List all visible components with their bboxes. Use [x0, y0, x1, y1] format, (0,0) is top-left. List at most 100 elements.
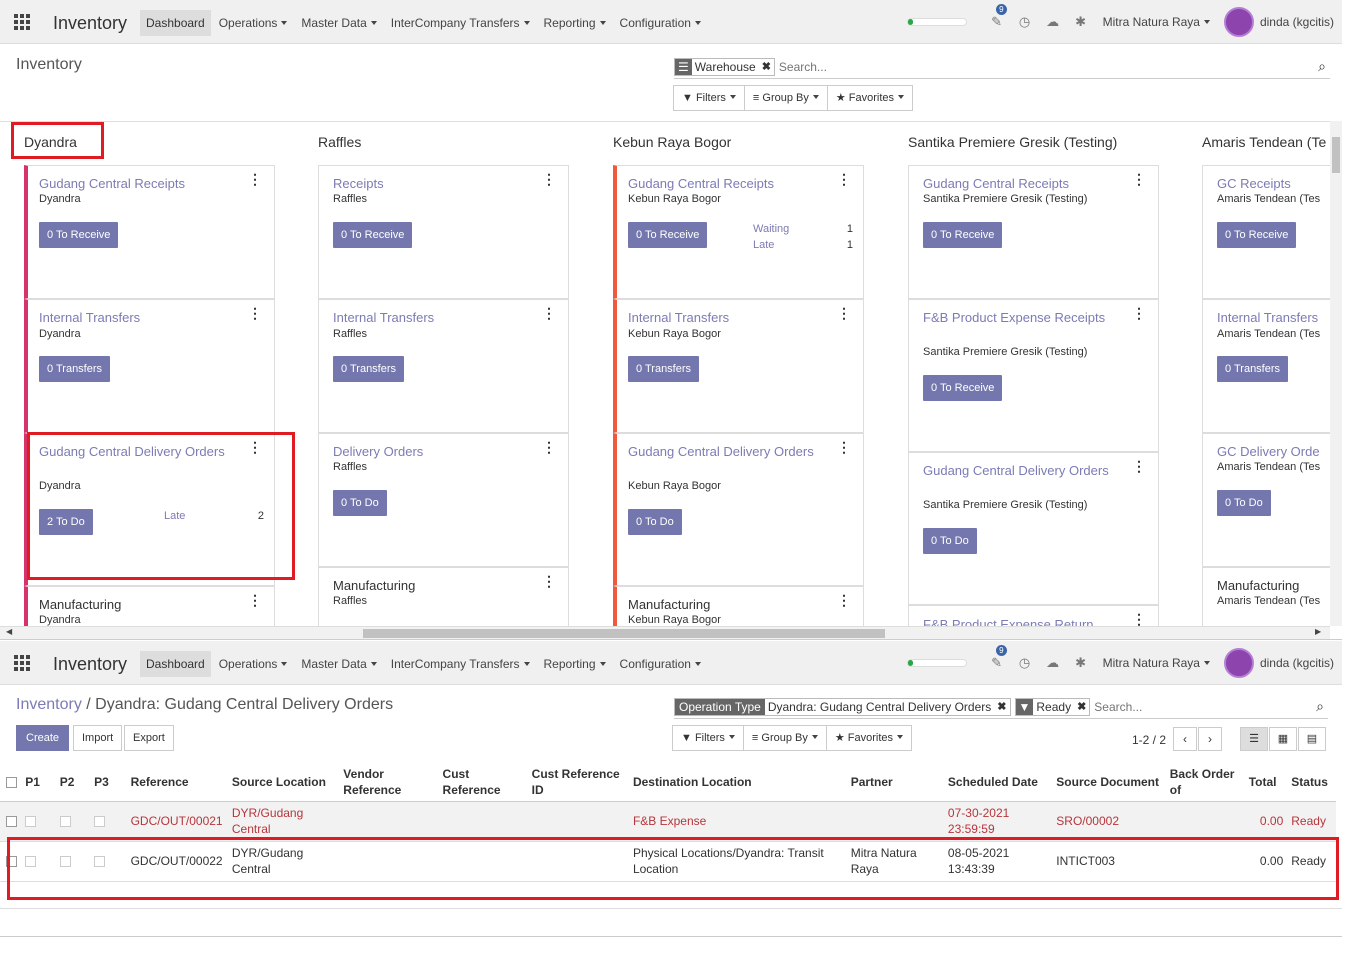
- user-name[interactable]: dinda (kgcitis): [1260, 15, 1334, 29]
- to-receive-button[interactable]: 0 To Receive: [923, 375, 1003, 401]
- to-receive-button[interactable]: 0 To Receive: [1217, 222, 1297, 248]
- search-facet-ready[interactable]: ▼ Ready ✖: [1014, 697, 1091, 716]
- to-do-button[interactable]: 0 To Do: [333, 490, 387, 516]
- favorites-button[interactable]: ★ Favorites: [827, 726, 911, 750]
- chat-icon[interactable]: ☁: [1039, 655, 1067, 671]
- scroll-right-icon[interactable]: ▶: [1315, 627, 1321, 636]
- card-menu-icon[interactable]: ⋮: [1132, 306, 1146, 320]
- group-by-button[interactable]: ≡ Group By: [744, 726, 827, 750]
- col-header[interactable]: Status: [1287, 763, 1336, 802]
- bug-icon[interactable]: ✱: [1067, 14, 1095, 30]
- col-header[interactable]: P2: [55, 763, 91, 802]
- menu-reporting[interactable]: Reporting: [538, 10, 612, 36]
- kanban-view-icon[interactable]: ▦: [1269, 727, 1297, 751]
- to-do-button[interactable]: 0 To Do: [1217, 490, 1271, 516]
- list-view-icon[interactable]: ☰: [1240, 727, 1268, 751]
- col-header[interactable]: P3: [90, 763, 127, 802]
- card-menu-icon[interactable]: ⋮: [248, 306, 262, 320]
- search-facet-operation-type[interactable]: Operation Type Dyandra: Gudang Central D…: [674, 697, 1011, 716]
- priority-checkbox[interactable]: [90, 801, 126, 841]
- kanban-card[interactable]: Internal Transfers Amaris Tendean (Tes 0…: [1202, 299, 1342, 433]
- kanban-card[interactable]: Gudang Central Receipts Dyandra ⋮ 0 To R…: [24, 165, 275, 299]
- col-header[interactable]: Destination Location: [628, 763, 847, 802]
- kanban-card[interactable]: Internal Transfers Raffles ⋮ 0 Transfers: [318, 299, 569, 433]
- kanban-card[interactable]: Internal Transfers Kebun Raya Bogor ⋮ 0 …: [613, 299, 864, 433]
- kanban-card[interactable]: Internal Transfers Dyandra ⋮ 0 Transfers: [24, 299, 275, 433]
- search-bar[interactable]: ☰ Warehouse ✖ ⌕: [674, 55, 1330, 79]
- onboarding-progress[interactable]: [906, 18, 967, 26]
- col-header[interactable]: Back Order of: [1165, 763, 1245, 802]
- bug-icon[interactable]: ✱: [1067, 655, 1095, 671]
- card-menu-icon[interactable]: ⋮: [248, 172, 262, 186]
- breadcrumb-inventory[interactable]: Inventory: [16, 696, 82, 713]
- app-title[interactable]: Inventory: [53, 13, 127, 34]
- to-receive-button[interactable]: 0 To Receive: [333, 222, 413, 248]
- horizontal-scrollbar[interactable]: [0, 626, 1330, 639]
- transfers-button[interactable]: 0 Transfers: [1217, 356, 1289, 382]
- card-menu-icon[interactable]: ⋮: [542, 440, 556, 454]
- col-header[interactable]: Partner: [846, 763, 944, 802]
- apps-menu-icon[interactable]: [14, 14, 30, 30]
- menu-dashboard[interactable]: Dashboard: [140, 651, 211, 677]
- kanban-card[interactable]: Receipts Raffles ⋮ 0 To Receive: [318, 165, 569, 299]
- table-row[interactable]: GDC/OUT/00021 DYR/Gudang Central F&B Exp…: [0, 801, 1336, 841]
- menu-master-data[interactable]: Master Data: [295, 10, 382, 36]
- clock-icon[interactable]: ◷: [1011, 14, 1039, 30]
- col-header[interactable]: Source Document: [1052, 763, 1166, 802]
- kanban-card[interactable]: GC Receipts Amaris Tendean (Tes 0 To Rec…: [1202, 165, 1342, 299]
- kanban-card[interactable]: Gudang Central Receipts Santika Premiere…: [908, 165, 1159, 299]
- pager-value[interactable]: 1-2 / 2: [1132, 730, 1166, 750]
- menu-operations[interactable]: Operations: [213, 651, 294, 677]
- card-menu-icon[interactable]: ⋮: [1132, 459, 1146, 473]
- card-menu-icon[interactable]: ⋮: [542, 172, 556, 186]
- search-icon[interactable]: ⌕: [1316, 698, 1324, 715]
- remove-facet-icon[interactable]: ✖: [994, 700, 1009, 713]
- company-switcher[interactable]: Mitra Natura Raya: [1103, 15, 1210, 29]
- menu-intercompany-transfers[interactable]: InterCompany Transfers: [385, 10, 536, 36]
- priority-checkbox[interactable]: [21, 801, 55, 841]
- col-header[interactable]: Scheduled Date: [943, 763, 1053, 802]
- kanban-card[interactable]: Gudang Central Receipts Kebun Raya Bogor…: [613, 165, 864, 299]
- to-receive-button[interactable]: 0 To Receive: [39, 222, 119, 248]
- clock-icon[interactable]: ◷: [1011, 655, 1039, 671]
- user-avatar[interactable]: [1223, 7, 1254, 37]
- search-facet-warehouse[interactable]: ☰ Warehouse ✖: [674, 57, 775, 76]
- to-receive-button[interactable]: 0 To Receive: [923, 222, 1003, 248]
- edit-icon[interactable]: ✎ 9: [983, 645, 1011, 671]
- priority-checkbox[interactable]: [56, 801, 90, 841]
- apps-menu-icon[interactable]: [14, 655, 30, 671]
- onboarding-progress[interactable]: [906, 659, 967, 667]
- create-button[interactable]: Create: [16, 725, 70, 751]
- user-name[interactable]: dinda (kgcitis): [1260, 656, 1334, 670]
- card-menu-icon[interactable]: ⋮: [837, 440, 851, 454]
- search-bar[interactable]: Operation Type Dyandra: Gudang Central D…: [674, 695, 1328, 719]
- col-header[interactable]: Cust Reference: [438, 763, 528, 802]
- filters-button[interactable]: ▼ Filters: [674, 86, 745, 110]
- app-title[interactable]: Inventory: [53, 654, 127, 675]
- row-checkbox[interactable]: [0, 801, 21, 841]
- menu-master-data[interactable]: Master Data: [295, 651, 382, 677]
- search-icon[interactable]: ⌕: [1318, 58, 1326, 75]
- user-avatar[interactable]: [1223, 648, 1254, 678]
- card-menu-icon[interactable]: ⋮: [837, 593, 851, 607]
- to-do-button[interactable]: 0 To Do: [628, 509, 682, 535]
- menu-configuration[interactable]: Configuration: [614, 651, 707, 677]
- card-menu-icon[interactable]: ⋮: [1132, 172, 1146, 186]
- card-menu-icon[interactable]: ⋮: [1132, 612, 1146, 626]
- vertical-scrollbar[interactable]: [1330, 121, 1342, 626]
- kanban-card[interactable]: Delivery Orders Raffles ⋮ 0 To Do: [318, 433, 569, 567]
- search-input[interactable]: [1094, 699, 1328, 714]
- to-do-button[interactable]: 0 To Do: [923, 528, 977, 554]
- card-menu-icon[interactable]: ⋮: [542, 306, 556, 320]
- menu-dashboard[interactable]: Dashboard: [140, 10, 211, 36]
- scroll-left-icon[interactable]: ◀: [6, 627, 12, 636]
- calendar-view-icon[interactable]: ▤: [1298, 727, 1326, 751]
- kanban-card[interactable]: GC Delivery Orde Amaris Tendean (Tes 0 T…: [1202, 433, 1342, 567]
- col-header[interactable]: Reference: [126, 763, 228, 802]
- kanban-card[interactable]: Gudang Central Delivery Orders Santika P…: [908, 452, 1159, 605]
- remove-facet-icon[interactable]: ✖: [759, 60, 774, 73]
- kanban-card[interactable]: Gudang Central Delivery Orders Kebun Ray…: [613, 433, 864, 586]
- col-header[interactable]: Source Location: [227, 763, 340, 802]
- card-menu-icon[interactable]: ⋮: [248, 593, 262, 607]
- export-button[interactable]: Export: [124, 725, 174, 751]
